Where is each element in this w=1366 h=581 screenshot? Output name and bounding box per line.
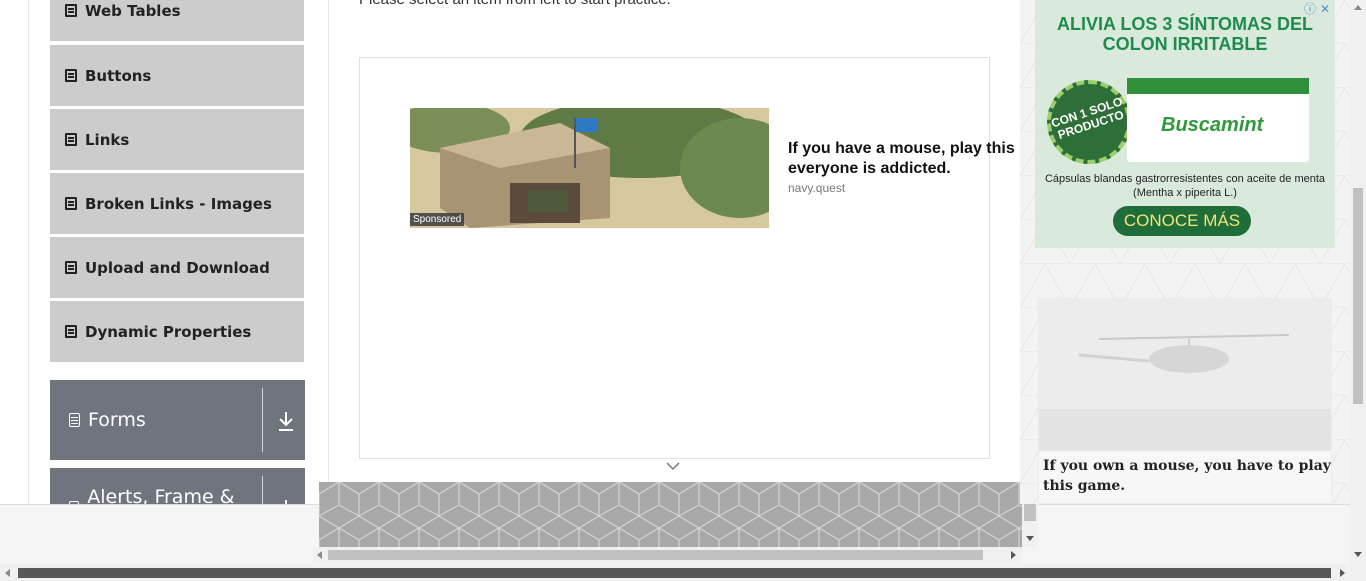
- close-icon[interactable]: ✕: [1320, 2, 1330, 16]
- sidebar-item-label: Links: [85, 130, 130, 149]
- ad-image[interactable]: [410, 108, 769, 228]
- document-icon: [69, 413, 80, 427]
- html5-icon: [65, 197, 77, 210]
- product-brand: Buscamint: [1161, 114, 1264, 136]
- scroll-right-icon[interactable]: [1011, 551, 1016, 559]
- product-box-band: [1127, 78, 1309, 94]
- scroll-down-icon[interactable]: [1354, 552, 1362, 557]
- info-icon[interactable]: ⓘ: [1304, 2, 1316, 16]
- helicopter-illustration: [1039, 299, 1331, 451]
- ad-source[interactable]: navy.quest: [788, 181, 845, 195]
- scroll-right-icon[interactable]: [1340, 569, 1345, 577]
- sidebar-item-links[interactable]: Links: [50, 109, 304, 171]
- html5-icon: [65, 4, 77, 17]
- html5-icon: [65, 325, 77, 338]
- scroll-down-icon[interactable]: [1026, 536, 1034, 541]
- html5-icon: [65, 133, 77, 146]
- html5-icon: [65, 261, 77, 274]
- banner-horizontal-scrollbar[interactable]: [313, 547, 1022, 563]
- scroll-left-icon[interactable]: [5, 569, 10, 577]
- tank-hangar-illustration: [410, 108, 769, 228]
- ad-headline[interactable]: If you have a mouse, play this everyone …: [788, 139, 1028, 179]
- sponsored-badge: Sponsored: [410, 213, 465, 226]
- group-header-label: Forms: [88, 409, 146, 431]
- hexagon-pattern: [319, 482, 1022, 548]
- sidebar-item-label: Broken Links - Images: [85, 194, 272, 213]
- product-box: Buscamint: [1127, 78, 1309, 162]
- second-right-ad[interactable]: If you own a mouse, you have to play thi…: [1038, 298, 1332, 504]
- content-divider: [328, 0, 329, 505]
- instruction-text: Please select an item from left to start…: [359, 0, 671, 8]
- download-icon: [279, 412, 293, 431]
- scroll-up-icon[interactable]: [1354, 5, 1362, 10]
- sidebar-left-border: [28, 0, 29, 505]
- chevron-down-icon[interactable]: [665, 460, 681, 472]
- page: Web Tables Buttons Links Broken Links - …: [0, 0, 1366, 581]
- ad-subtext: Cápsulas blandas gastrorresistentes con …: [1044, 173, 1326, 199]
- helicopter-image: [1039, 299, 1331, 451]
- group-header-divider: [262, 388, 263, 452]
- sidebar-item-label: Web Tables: [85, 1, 181, 20]
- page-horizontal-scrollbar[interactable]: [0, 564, 1366, 581]
- scroll-thumb[interactable]: [18, 568, 1331, 578]
- group-header-forms[interactable]: Forms: [50, 380, 305, 460]
- seal-text: CON 1 SOLO PRODUCTO: [1049, 94, 1126, 142]
- page-vertical-scrollbar[interactable]: [1350, 0, 1366, 564]
- ad-headline[interactable]: If you own a mouse, you have to play thi…: [1043, 456, 1331, 496]
- ad-cta-button[interactable]: CONOCE MÁS: [1113, 206, 1251, 236]
- scroll-thumb[interactable]: [1353, 188, 1363, 404]
- sidebar-item-upload-download[interactable]: Upload and Download: [50, 237, 304, 299]
- sidebar-item-label: Upload and Download: [85, 258, 270, 277]
- sidebar-item-web-tables[interactable]: Web Tables: [50, 0, 304, 42]
- top-right-ad[interactable]: ALIVIA LOS 3 SÍNTOMAS DEL COLON IRRITABL…: [1035, 0, 1335, 248]
- adchoices-controls[interactable]: ⓘ ✕: [1304, 0, 1334, 16]
- scroll-left-icon[interactable]: [317, 551, 322, 559]
- scroll-thumb[interactable]: [328, 550, 983, 560]
- bottom-banner-ad[interactable]: [319, 482, 1022, 548]
- sidebar-item-dynamic-properties[interactable]: Dynamic Properties: [50, 301, 304, 363]
- sidebar-item-label: Buttons: [85, 66, 152, 85]
- sidebar-item-broken-links[interactable]: Broken Links - Images: [50, 173, 304, 235]
- ad-headline: ALIVIA LOS 3 SÍNTOMAS DEL COLON IRRITABL…: [1056, 14, 1314, 54]
- sidebar-item-buttons[interactable]: Buttons: [50, 45, 304, 107]
- product-seal: CON 1 SOLO PRODUCTO: [1047, 80, 1131, 164]
- sidebar-item-label: Dynamic Properties: [85, 322, 252, 341]
- html5-icon: [65, 69, 77, 82]
